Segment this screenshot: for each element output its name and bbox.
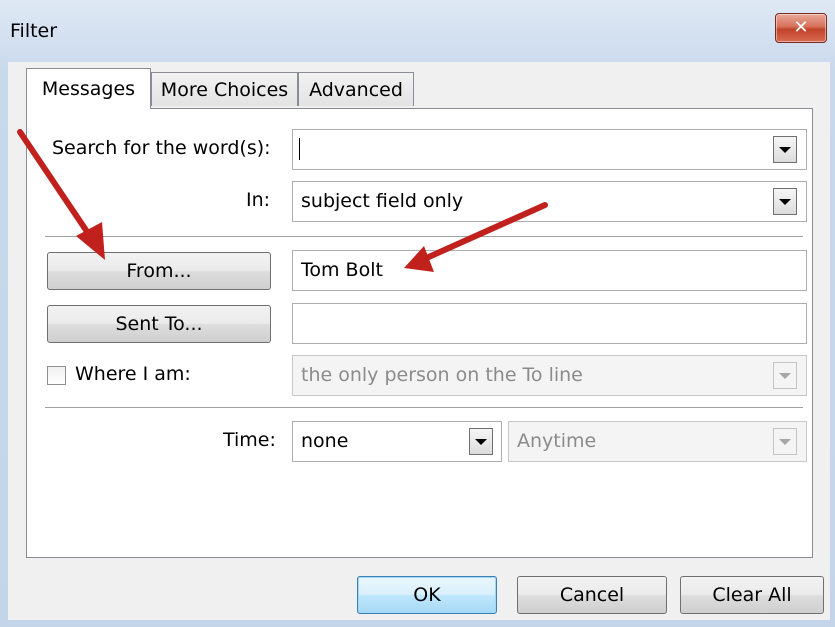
tab-advanced-label: Advanced (309, 78, 403, 101)
ok-button[interactable]: OK (357, 576, 497, 614)
chevron-down-icon (779, 372, 791, 379)
ok-button-label: OK (413, 584, 441, 606)
cancel-button-label: Cancel (559, 584, 625, 606)
where-i-am-label: Where I am: (75, 363, 191, 385)
cancel-button[interactable]: Cancel (517, 576, 667, 614)
filter-dialog: Filter ✕ Messages More Choices Advanced … (0, 0, 835, 627)
from-button-label: From... (126, 260, 192, 282)
tab-messages[interactable]: Messages (26, 68, 151, 109)
divider (45, 407, 803, 409)
from-button[interactable]: From... (47, 252, 271, 290)
in-dropdown-button[interactable] (773, 188, 797, 215)
dialog-client-area: Messages More Choices Advanced Search fo… (8, 62, 830, 620)
window-title: Filter (10, 20, 58, 42)
chevron-down-icon (779, 198, 791, 205)
tab-advanced[interactable]: Advanced (298, 72, 414, 106)
title-bar: Filter ✕ (0, 0, 835, 60)
time-range-dropdown-button[interactable] (773, 428, 797, 455)
search-input[interactable] (292, 129, 807, 170)
from-input[interactable]: Tom Bolt (292, 250, 807, 291)
text-caret (299, 138, 300, 160)
where-i-am-value: the only person on the To line (301, 364, 583, 386)
search-dropdown-button[interactable] (773, 136, 797, 163)
sent-to-button[interactable]: Sent To... (47, 305, 271, 343)
tab-messages-label: Messages (41, 78, 136, 100)
time-label: Time: (223, 429, 276, 451)
divider (45, 236, 803, 238)
close-icon: ✕ (793, 17, 809, 38)
tab-more-choices[interactable]: More Choices (151, 72, 298, 106)
clear-all-button[interactable]: Clear All (680, 576, 824, 614)
where-i-am-select[interactable]: the only person on the To line (292, 355, 807, 396)
chevron-down-icon (779, 438, 791, 445)
time-value: none (301, 430, 349, 452)
sent-to-button-label: Sent To... (115, 313, 203, 335)
where-i-am-dropdown-button[interactable] (773, 362, 797, 389)
in-select[interactable]: subject field only (292, 181, 807, 222)
in-value: subject field only (301, 190, 464, 212)
clear-all-button-label: Clear All (712, 584, 792, 606)
tab-more-choices-label: More Choices (160, 78, 289, 101)
messages-tab-page: Search for the word(s): In: subject fiel… (26, 108, 813, 558)
from-value: Tom Bolt (301, 259, 383, 281)
close-button[interactable]: ✕ (775, 13, 827, 43)
chevron-down-icon (779, 146, 791, 153)
time-dropdown-button[interactable] (469, 428, 493, 455)
time-select[interactable]: none (292, 421, 502, 462)
sent-to-input[interactable] (292, 303, 807, 344)
search-label: Search for the word(s): (52, 137, 271, 159)
time-range-value: Anytime (517, 430, 597, 452)
in-label: In: (246, 189, 271, 211)
where-i-am-checkbox[interactable] (47, 366, 66, 385)
chevron-down-icon (475, 438, 487, 445)
time-range-select[interactable]: Anytime (508, 421, 807, 462)
